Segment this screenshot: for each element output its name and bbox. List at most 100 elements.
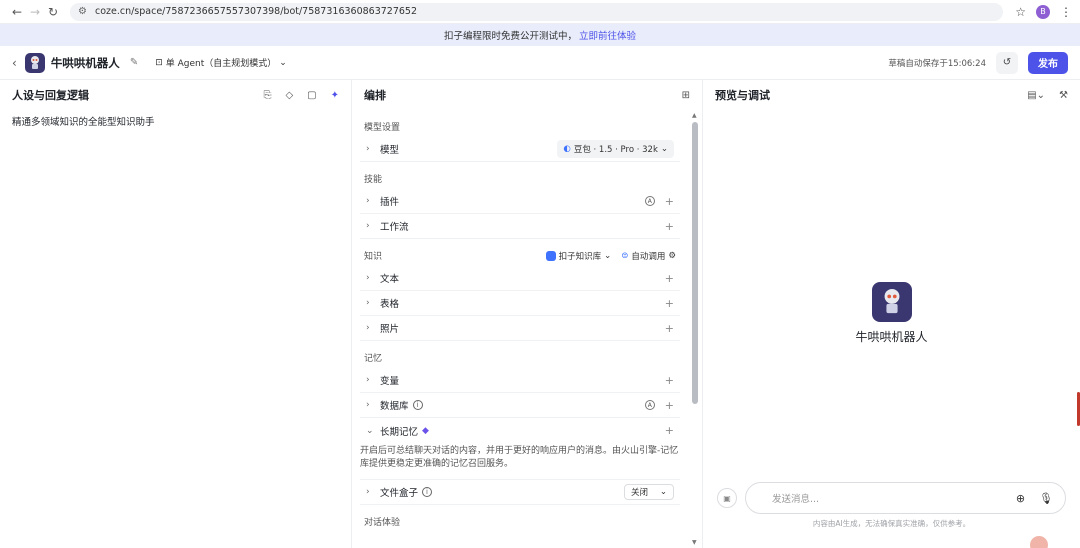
profile-avatar[interactable]: B <box>1036 4 1050 19</box>
chevron-right-icon: › <box>366 323 370 333</box>
scroll-up-icon[interactable]: ▲ <box>692 112 697 119</box>
add-icon[interactable]: + <box>665 272 674 285</box>
debug-wrench-icon[interactable]: ⚒ <box>1059 90 1068 101</box>
orchestration-scroll[interactable]: 模型设置 › 模型 ◐ 豆包 · 1.5 · Pro · 32k ⌄ 技能 › … <box>352 110 702 548</box>
persona-title: 人设与回复逻辑 <box>12 89 89 102</box>
add-icon[interactable]: + <box>665 297 674 310</box>
chevron-down-icon: ⌄ <box>366 425 374 436</box>
auto-icon[interactable]: A <box>644 400 655 410</box>
database-label: 数据库 <box>380 401 409 412</box>
premium-gem-icon: ◆ <box>422 425 429 436</box>
ai-disclaimer: 内容由AI生成，无法确保真实准确，仅供参考。 <box>812 519 971 528</box>
knowledge-section-title: 知识 <box>364 252 383 262</box>
preview-bot-name: 牛哄哄机器人 <box>855 330 928 344</box>
publish-button[interactable]: 发布 <box>1028 51 1068 74</box>
preview-bot-info: 牛哄哄机器人 <box>703 282 1080 345</box>
settings-icon: ⚙ <box>668 250 676 261</box>
plugins-label: 插件 <box>380 197 400 208</box>
photo-row[interactable]: › 照片 + <box>360 316 680 341</box>
add-attachment-icon[interactable]: ⊕ <box>1016 492 1025 505</box>
table-row[interactable]: › 表格 + <box>360 291 680 316</box>
chevron-down-icon: ⌄ <box>279 57 287 68</box>
auto-call-select[interactable]: ⊜ 自动调用 ⚙ <box>621 250 676 262</box>
edit-icon[interactable]: ✎ <box>130 57 138 68</box>
variables-row[interactable]: › 变量 + <box>360 368 680 393</box>
chevron-down-icon: ⌄ <box>604 250 612 261</box>
url-text: coze.cn/space/7587236657557307398/bot/75… <box>94 6 418 17</box>
file-box-select[interactable]: 关闭 ⌄ <box>624 484 674 501</box>
add-icon[interactable]: + <box>665 220 674 233</box>
chevron-right-icon: › <box>366 375 370 385</box>
agent-mode-icon: ⊡ <box>155 57 163 68</box>
chevron-down-icon: ⌄ <box>660 144 668 154</box>
auto-call-icon: ⊜ <box>621 250 629 261</box>
address-bar[interactable]: ⚙ coze.cn/space/7587236657557307398/bot/… <box>70 2 1004 21</box>
preview-bot-avatar <box>871 282 912 322</box>
chevron-right-icon: › <box>366 400 370 410</box>
history-icon[interactable]: ↺ <box>996 51 1018 74</box>
add-icon[interactable]: + <box>665 399 674 412</box>
plugins-row[interactable]: › 插件 A + <box>360 189 680 214</box>
tag-icon[interactable]: ◇ <box>285 90 293 101</box>
assistant-avatar[interactable] <box>1030 536 1048 548</box>
info-icon[interactable]: i <box>412 400 423 410</box>
database-row[interactable]: › 数据库 i A + <box>360 393 680 418</box>
dialog-section-title: 对话体验 <box>364 518 401 529</box>
file-box-value: 关闭 <box>631 488 649 499</box>
book-icon[interactable]: ▢ <box>307 90 316 101</box>
back-arrow-icon[interactable]: ← <box>8 5 26 19</box>
model-row[interactable]: › 模型 ◐ 豆包 · 1.5 · Pro · 32k ⌄ <box>360 137 680 162</box>
skills-section-title: 技能 <box>364 175 383 185</box>
auto-call-label: 自动调用 <box>631 251 666 262</box>
scrollbar[interactable]: ▲ ▼ <box>692 110 698 548</box>
chevron-right-icon: › <box>366 144 370 154</box>
template-icon[interactable]: ⎘ <box>263 90 271 101</box>
clear-history-icon[interactable]: ▣ <box>717 488 737 508</box>
message-input[interactable]: 发送消息... ⊕ 🎙 <box>745 482 1066 514</box>
preview-panel: 预览与调试 ▤⌄ ⚒ 牛哄哄机器人 ▣ 发送消息... ⊕ 🎙 内容由AI生成，… <box>703 80 1080 548</box>
workflow-row[interactable]: › 工作流 + <box>360 214 680 239</box>
browser-menu-icon[interactable]: ⋮ <box>1060 5 1072 19</box>
add-icon[interactable]: + <box>665 322 674 335</box>
chevron-right-icon: › <box>366 273 370 283</box>
robot-icon <box>30 55 39 69</box>
banner-text: 扣子编程限时免费公开测试中， <box>443 31 577 42</box>
info-icon[interactable]: i <box>422 487 433 498</box>
kb-source-select[interactable]: 扣子知识库 ⌄ <box>545 250 612 262</box>
model-section-title: 模型设置 <box>364 123 401 133</box>
add-icon[interactable]: + <box>665 374 674 387</box>
long-memory-row[interactable]: ⌄ 长期记忆 ◆ + <box>360 418 680 443</box>
workflow-label: 工作流 <box>380 222 409 233</box>
model-select[interactable]: ◐ 豆包 · 1.5 · Pro · 32k ⌄ <box>557 140 674 158</box>
agent-mode-label: 单 Agent（自主规划模式） <box>165 59 277 69</box>
scroll-down-icon[interactable]: ▼ <box>692 539 697 546</box>
knowledge-section: 知识 扣子知识库 ⌄ ⊜ 自动调用 ⚙ <box>360 239 680 266</box>
preview-settings-icon[interactable]: ▤⌄ <box>1027 90 1045 101</box>
model-label: 模型 <box>380 145 400 156</box>
chevron-right-icon: › <box>366 196 370 206</box>
back-chevron-icon[interactable]: ‹ <box>12 56 17 70</box>
reload-icon[interactable]: ↻ <box>44 5 62 19</box>
forward-arrow-icon[interactable]: → <box>26 5 44 19</box>
bot-name: 牛哄哄机器人 <box>50 55 120 70</box>
microphone-icon[interactable]: 🎙 <box>1039 492 1053 505</box>
chevron-down-icon: ⌄ <box>659 487 667 498</box>
text-row[interactable]: › 文本 + <box>360 266 680 291</box>
add-icon[interactable]: + <box>665 195 674 208</box>
knowledge-base-icon <box>545 250 556 261</box>
persona-panel: 人设与回复逻辑 ⎘ ◇ ▢ ✦ 精通多领域知识的全能型知识助手 <box>0 80 352 548</box>
layout-grid-icon[interactable]: ⊞ <box>682 90 690 101</box>
file-box-row[interactable]: › 文件盒子 i 关闭 ⌄ <box>360 480 680 506</box>
optimize-icon[interactable]: ✦ <box>331 90 339 101</box>
auto-icon[interactable]: A <box>644 196 655 206</box>
scroll-thumb[interactable] <box>692 122 698 404</box>
persona-prompt[interactable]: 精通多领域知识的全能型知识助手 <box>0 110 351 132</box>
site-settings-icon[interactable]: ⚙ <box>78 6 87 17</box>
add-icon[interactable]: + <box>665 424 674 437</box>
banner-link[interactable]: 立即前往体验 <box>579 28 636 42</box>
agent-mode-select[interactable]: ⊡ 单 Agent（自主规划模式） ⌄ <box>150 53 292 72</box>
bookmark-star-icon[interactable]: ☆ <box>1015 5 1026 19</box>
memory-section-title: 记忆 <box>364 354 383 364</box>
orchestration-title: 编排 <box>364 89 386 102</box>
doubao-icon: ◐ <box>563 144 571 154</box>
